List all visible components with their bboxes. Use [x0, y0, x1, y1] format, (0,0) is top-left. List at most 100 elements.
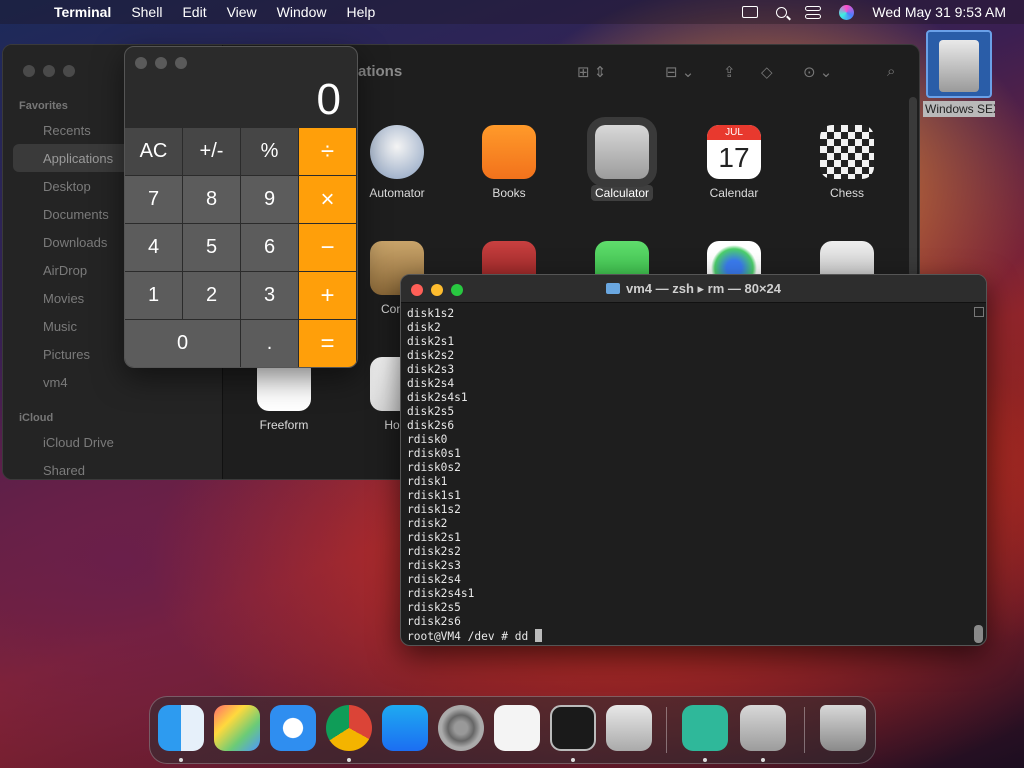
remote-app-icon[interactable]	[682, 705, 728, 751]
running-indicator	[347, 758, 351, 762]
terminal-line: rdisk2s6	[407, 615, 461, 628]
utm-icon[interactable]	[606, 705, 652, 751]
app-chess[interactable]: Chess	[792, 125, 902, 201]
desktop-disk-icon[interactable]: Windows SEX	[923, 30, 995, 117]
menu-shell[interactable]: Shell	[131, 4, 162, 20]
status-area: Wed May 31 9:53 AM	[742, 0, 1006, 24]
key-5[interactable]: 5	[183, 224, 240, 271]
terminal-line: disk2s2	[407, 349, 455, 362]
screen-mirroring-icon[interactable]	[742, 6, 759, 18]
key-divide[interactable]: ÷	[299, 128, 356, 175]
chess-icon	[820, 125, 874, 179]
tag-icon[interactable]: ◇	[761, 63, 773, 81]
calendar-icon: JUL 17	[707, 125, 761, 179]
key-clear[interactable]: AC	[125, 128, 182, 175]
terminal-line: rdisk2s3	[407, 559, 461, 572]
search-icon[interactable]: ⌕	[887, 63, 895, 80]
running-indicator	[703, 758, 707, 762]
zoom-button[interactable]	[175, 57, 187, 69]
calculator-icon[interactable]	[740, 705, 786, 751]
calculator-icon	[587, 117, 657, 187]
key-multiply[interactable]: ×	[299, 176, 356, 223]
sidebar-item-pictures[interactable]: Pictures	[43, 347, 90, 362]
sidebar-item-desktop[interactable]: Desktop	[43, 179, 91, 194]
app-store-icon[interactable]	[382, 705, 428, 751]
terminal-line: disk2s6	[407, 419, 455, 432]
desktop-icon-label: Windows SEX	[923, 101, 995, 117]
terminal-icon[interactable]	[550, 705, 596, 751]
view-grid-icon[interactable]: ⊞ ⇕	[577, 63, 606, 81]
finder-icon[interactable]	[158, 705, 204, 751]
terminal-prompt-line[interactable]: root@VM4 /dev # dd	[407, 629, 542, 644]
trash-icon[interactable]	[820, 705, 866, 751]
sidebar-item-shared[interactable]: Shared	[43, 463, 85, 478]
terminal-scrollbar[interactable]	[974, 307, 984, 643]
terminal-output[interactable]: disk1s2 disk2 disk2s1 disk2s2 disk2s3 disk2s4…	[407, 307, 542, 644]
key-add[interactable]: +	[299, 272, 356, 319]
key-9[interactable]: 9	[241, 176, 298, 223]
terminal-titlebar[interactable]: vm4 — zsh ▸ rm — 80×24	[401, 275, 986, 303]
dock	[149, 696, 876, 764]
share-icon[interactable]: ⇪	[723, 63, 736, 81]
terminal-line: disk2s5	[407, 405, 455, 418]
minimize-button[interactable]	[155, 57, 167, 69]
running-indicator	[761, 758, 765, 762]
scrollbar-thumb[interactable]	[974, 625, 983, 643]
key-0[interactable]: 0	[125, 320, 240, 367]
sidebar-item-applications[interactable]: Applications	[43, 151, 113, 166]
key-6[interactable]: 6	[241, 224, 298, 271]
app-calculator[interactable]: Calculator	[567, 117, 677, 201]
launchpad-icon[interactable]	[214, 705, 260, 751]
sidebar-item-icloud-drive[interactable]: iCloud Drive	[43, 435, 114, 450]
key-sign[interactable]: +/-	[183, 128, 240, 175]
key-percent[interactable]: %	[241, 128, 298, 175]
menu-window[interactable]: Window	[277, 4, 327, 20]
app-freeform[interactable]: Freeform	[229, 357, 339, 433]
key-decimal[interactable]: .	[241, 320, 298, 367]
key-subtract[interactable]: −	[299, 224, 356, 271]
sidebar-item-airdrop[interactable]: AirDrop	[43, 263, 87, 278]
sidebar-item-movies[interactable]: Movies	[43, 291, 84, 306]
sidebar-item-vm4[interactable]: vm4	[43, 375, 68, 390]
system-settings-icon[interactable]	[438, 705, 484, 751]
key-7[interactable]: 7	[125, 176, 182, 223]
sidebar-item-music[interactable]: Music	[43, 319, 77, 334]
app-automator[interactable]: Automator	[342, 125, 452, 201]
group-icon[interactable]: ⊟ ⌄	[665, 63, 694, 81]
terminal-line: rdisk0	[407, 433, 448, 446]
chrome-icon[interactable]	[326, 705, 372, 751]
textedit-icon[interactable]	[494, 705, 540, 751]
more-actions-icon[interactable]: ⊙ ⌄	[803, 63, 832, 81]
sidebar-item-downloads[interactable]: Downloads	[43, 235, 107, 250]
siri-icon[interactable]	[839, 4, 855, 20]
key-equals[interactable]: =	[299, 320, 356, 367]
minimize-button[interactable]	[43, 65, 55, 77]
app-books[interactable]: Books	[454, 125, 564, 201]
key-3[interactable]: 3	[241, 272, 298, 319]
menu-app-name[interactable]: Terminal	[54, 4, 111, 20]
menu-clock[interactable]: Wed May 31 9:53 AM	[872, 4, 1006, 20]
spotlight-search-icon[interactable]	[776, 6, 788, 18]
control-center-icon[interactable]	[805, 5, 822, 19]
menu-edit[interactable]: Edit	[182, 4, 206, 20]
close-button[interactable]	[23, 65, 35, 77]
dock-separator	[804, 707, 805, 753]
menu-help[interactable]: Help	[346, 4, 375, 20]
safari-icon[interactable]	[270, 705, 316, 751]
zoom-button[interactable]	[63, 65, 75, 77]
sidebar-item-recents[interactable]: Recents	[43, 123, 91, 138]
folder-icon	[605, 283, 620, 294]
terminal-line: disk1s2	[407, 307, 455, 320]
key-2[interactable]: 2	[183, 272, 240, 319]
app-calendar[interactable]: JUL 17 Calendar	[679, 125, 789, 201]
scroll-top-icon	[974, 307, 984, 317]
close-button[interactable]	[135, 57, 147, 69]
finder-scrollbar[interactable]	[909, 97, 917, 277]
key-1[interactable]: 1	[125, 272, 182, 319]
sidebar-item-documents[interactable]: Documents	[43, 207, 109, 222]
app-label: Freeform	[259, 418, 309, 432]
key-8[interactable]: 8	[183, 176, 240, 223]
menu-view[interactable]: View	[227, 4, 257, 20]
calculator-window-controls	[135, 57, 187, 69]
key-4[interactable]: 4	[125, 224, 182, 271]
